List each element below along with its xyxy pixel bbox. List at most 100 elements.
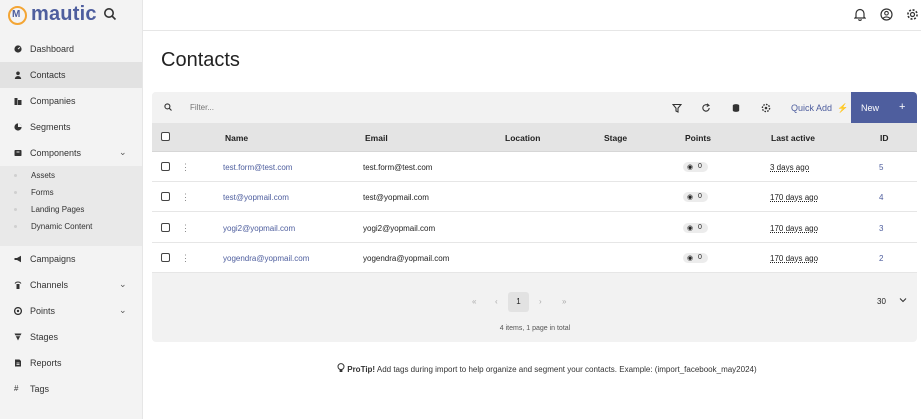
bolt-icon: ⚡	[837, 103, 849, 113]
sidebar-item-campaigns[interactable]: Campaigns	[0, 246, 142, 272]
kebab-menu-icon[interactable]: ⋮	[181, 223, 190, 234]
column-header-name[interactable]: Name	[225, 133, 248, 143]
user-circle-icon[interactable]	[880, 8, 893, 21]
pagination-summary: 4 items, 1 page in total	[499, 325, 571, 332]
first-page-button[interactable]: «	[472, 297, 476, 306]
points-icon: ◉	[687, 255, 694, 262]
sidebar-item-landing-pages[interactable]: Landing Pages	[0, 201, 142, 218]
stages-icon	[14, 333, 22, 341]
kebab-menu-icon[interactable]: ⋮	[181, 192, 190, 203]
contact-id-link[interactable]: 3	[879, 224, 883, 233]
refresh-icon[interactable]	[701, 103, 711, 113]
contact-email: yogi2@yopmail.com	[363, 224, 436, 233]
report-icon	[15, 359, 21, 367]
funnel-icon[interactable]	[672, 103, 682, 113]
current-page[interactable]: 1	[508, 292, 529, 312]
row-checkbox[interactable]	[161, 223, 170, 232]
mautic-logo-icon[interactable]: M	[8, 6, 27, 25]
gear-icon[interactable]	[906, 8, 919, 21]
sidebar-item-components[interactable]: Components ⌄	[0, 140, 142, 166]
search-icon[interactable]	[103, 7, 117, 21]
user-icon	[14, 71, 22, 79]
table-header: Name Email Location Stage Points Last ac…	[152, 123, 917, 152]
column-header-email[interactable]: Email	[365, 133, 388, 143]
sidebar-item-dynamic-content[interactable]: Dynamic Content	[0, 218, 142, 235]
sidebar-item-assets[interactable]: Assets	[0, 167, 142, 184]
contact-name-link[interactable]: yogi2@yopmail.com	[223, 224, 295, 233]
last-active: 170 days ago	[770, 254, 819, 263]
building-icon	[14, 98, 22, 105]
chevron-down-icon: ⌄	[119, 147, 127, 157]
last-active: 170 days ago	[770, 193, 819, 202]
chevron-down-icon: ⌄	[119, 305, 127, 315]
sidebar-item-tags[interactable]: # Tags	[0, 376, 142, 402]
sidebar-item-points[interactable]: Points ⌄	[0, 298, 142, 324]
new-contact-button[interactable]: New +	[851, 92, 917, 123]
hash-icon: #	[14, 384, 19, 393]
logo-area: M mautic	[0, 0, 143, 31]
column-header-id[interactable]: ID	[880, 133, 889, 143]
contact-name-link[interactable]: test.form@test.com	[223, 163, 292, 172]
row-checkbox[interactable]	[161, 253, 170, 262]
kebab-menu-icon[interactable]: ⋮	[181, 162, 190, 173]
points-badge: ◉ 0	[683, 223, 708, 233]
sidebar-item-reports[interactable]: Reports	[0, 350, 142, 376]
logo-text[interactable]: mautic	[31, 3, 97, 26]
quick-add-button[interactable]: Quick Add ⚡	[791, 103, 848, 114]
column-header-location[interactable]: Location	[505, 133, 540, 143]
bell-icon[interactable]	[854, 8, 866, 21]
contact-email: yogendra@yopmail.com	[363, 254, 450, 263]
sidebar-item-segments[interactable]: Segments	[0, 114, 142, 140]
sidebar-item-dashboard[interactable]: Dashboard	[0, 36, 142, 62]
prev-page-button[interactable]: ‹	[495, 297, 498, 306]
chevron-down-icon[interactable]	[899, 296, 907, 304]
contact-name-link[interactable]: yogendra@yopmail.com	[223, 254, 309, 263]
column-header-points[interactable]: Points	[685, 133, 711, 143]
column-header-last-active[interactable]: Last active	[771, 133, 815, 143]
megaphone-icon	[14, 255, 21, 263]
bullet-icon	[14, 208, 17, 211]
filter-input[interactable]	[190, 99, 490, 116]
bullet-icon	[14, 174, 17, 177]
components-submenu: Assets Forms Landing Pages Dynamic Conte…	[0, 166, 142, 246]
points-badge: ◉ 0	[683, 192, 708, 202]
last-page-button[interactable]: »	[562, 297, 566, 306]
sidebar-item-companies[interactable]: Companies	[0, 88, 142, 114]
table-row: ⋮ test.form@test.com test.form@test.com …	[152, 152, 917, 182]
plus-icon: +	[899, 101, 906, 113]
pie-chart-icon	[14, 123, 22, 131]
sidebar-item-channels[interactable]: Channels ⌄	[0, 272, 142, 298]
points-icon: ◉	[687, 194, 694, 201]
sidebar-item-contacts[interactable]: Contacts	[0, 62, 142, 88]
last-active: 170 days ago	[770, 224, 819, 233]
contact-email: test@yopmail.com	[363, 193, 429, 202]
kebab-menu-icon[interactable]: ⋮	[181, 253, 190, 264]
sidebar-item-stages[interactable]: Stages	[0, 324, 142, 350]
contact-name-link[interactable]: test@yopmail.com	[223, 193, 289, 202]
points-icon: ◉	[687, 164, 694, 171]
points-icon	[14, 307, 22, 315]
settings-icon[interactable]	[761, 103, 771, 113]
next-page-button[interactable]: ›	[539, 297, 542, 306]
column-header-stage[interactable]: Stage	[604, 133, 627, 143]
select-all-checkbox[interactable]	[161, 132, 170, 141]
bullet-icon	[14, 225, 17, 228]
points-icon: ◉	[687, 225, 694, 232]
row-checkbox[interactable]	[161, 162, 170, 171]
row-checkbox[interactable]	[161, 192, 170, 201]
points-badge: ◉ 0	[683, 162, 708, 172]
protip-text: Add tags during import to help organize …	[375, 365, 757, 374]
per-page-select[interactable]: 30	[877, 297, 886, 306]
lightbulb-icon	[337, 363, 345, 372]
contact-id-link[interactable]: 2	[879, 254, 883, 263]
broadcast-icon	[14, 281, 22, 289]
page-title: Contacts	[161, 49, 240, 71]
sidebar-item-forms[interactable]: Forms	[0, 184, 142, 201]
contact-id-link[interactable]: 4	[879, 193, 883, 202]
points-badge: ◉ 0	[683, 253, 708, 263]
contact-id-link[interactable]: 5	[879, 163, 883, 172]
protip: ProTip! Add tags during import to help o…	[337, 363, 757, 374]
table-row: ⋮ yogi2@yopmail.com yogi2@yopmail.com ◉ 0…	[152, 213, 917, 243]
database-icon[interactable]	[731, 103, 741, 113]
bullet-icon	[14, 191, 17, 194]
